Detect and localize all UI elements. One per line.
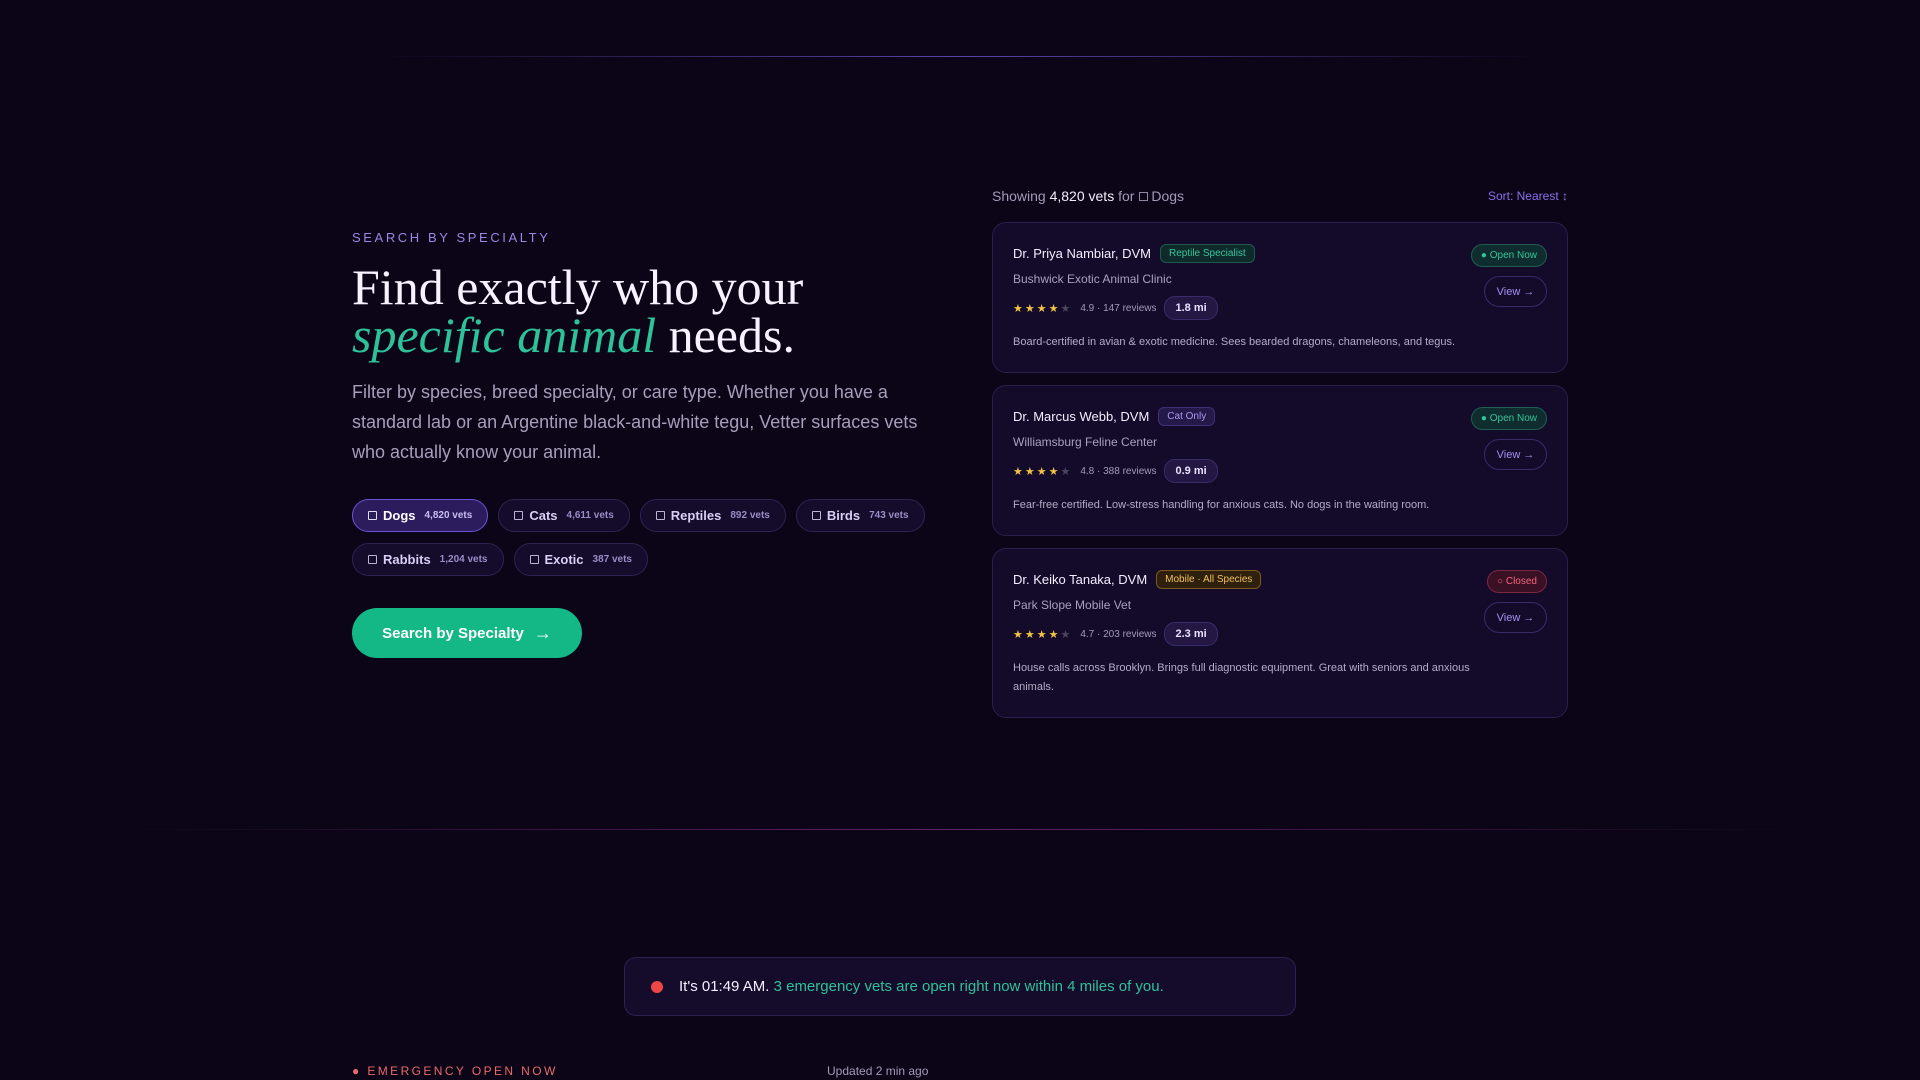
view-button[interactable]: View → bbox=[1484, 439, 1547, 470]
headline-end: needs. bbox=[656, 307, 795, 363]
showing-prefix: Showing bbox=[992, 188, 1046, 204]
chip-cats[interactable]: Cats 4,611 vets bbox=[498, 499, 630, 532]
chip-rabbits[interactable]: Rabbits 1,204 vets bbox=[352, 543, 504, 576]
specialty-badge: Cat Only bbox=[1158, 407, 1216, 426]
chip-label: Reptiles bbox=[670, 508, 722, 523]
checkbox-icon bbox=[514, 511, 524, 520]
vet-card-title: Dr. Marcus Webb, DVM Cat Only bbox=[1013, 407, 1547, 426]
chip-label: Cats bbox=[529, 508, 558, 523]
showing-count: 4,820 vets bbox=[1049, 188, 1115, 204]
checkbox-icon bbox=[811, 511, 821, 520]
chip-label: Exotic bbox=[544, 552, 584, 567]
results-panel: Showing 4,820 vets for Dogs Sort: Neares… bbox=[992, 186, 1568, 718]
chip-reptiles[interactable]: Reptiles 892 vets bbox=[639, 499, 786, 532]
top-divider bbox=[380, 56, 1540, 57]
checkbox-icon bbox=[368, 555, 377, 564]
sort-dropdown[interactable]: Sort: Nearest ↕ bbox=[1488, 189, 1568, 203]
updated-timestamp: Updated 2 min ago bbox=[827, 1064, 929, 1078]
checkbox-icon bbox=[368, 511, 377, 520]
hero-section: SEARCH BY SPECIALTY Find exactly who you… bbox=[352, 230, 932, 658]
chip-count: 4,611 vets bbox=[566, 510, 614, 521]
search-by-specialty-button[interactable]: Search by Specialty → bbox=[352, 608, 582, 658]
chip-exotic[interactable]: Exotic 387 vets bbox=[513, 543, 648, 576]
species-filter-chips: Dogs 4,820 vets Cats 4,611 vets Reptiles… bbox=[352, 499, 932, 576]
vet-card-title: Dr. Keiko Tanaka, DVM Mobile · All Speci… bbox=[1013, 570, 1547, 589]
status-badge: ● Open Now bbox=[1470, 407, 1547, 430]
status-badge: ● Open Now bbox=[1470, 244, 1547, 267]
arrow-right-icon: → bbox=[533, 622, 552, 643]
specialty-badge: Mobile · All Species bbox=[1156, 570, 1262, 589]
chip-count: 743 vets bbox=[869, 510, 909, 521]
alert-time: It's 01:49 AM. bbox=[679, 978, 770, 995]
chip-dogs[interactable]: Dogs 4,820 vets bbox=[352, 499, 489, 532]
rating-text: 4.8 · 388 reviews bbox=[1080, 465, 1157, 477]
emergency-label: ● EMERGENCY OPEN NOW bbox=[352, 1064, 558, 1078]
clinic-name: Williamsburg Feline Center bbox=[1013, 435, 1158, 449]
distance-badge: 0.9 mi bbox=[1164, 459, 1218, 483]
chip-birds[interactable]: Birds 743 vets bbox=[795, 499, 925, 532]
rating-row: ★★★★★ 4.7 · 203 reviews 2.3 mi bbox=[1013, 622, 1547, 646]
vet-description: House calls across Brooklyn. Brings full… bbox=[1013, 662, 1470, 693]
chip-count: 4,820 vets bbox=[424, 510, 473, 521]
chip-count: 1,204 vets bbox=[439, 554, 488, 565]
specialty-badge: Reptile Specialist bbox=[1159, 244, 1255, 263]
star-rating-icon: ★★★★★ bbox=[1013, 302, 1073, 315]
vet-card[interactable]: Dr. Keiko Tanaka, DVM Mobile · All Speci… bbox=[992, 548, 1568, 718]
showing-species: Dogs bbox=[1151, 188, 1185, 204]
distance-badge: 1.8 mi bbox=[1164, 296, 1218, 320]
rating-row: ★★★★★ 4.8 · 388 reviews 0.9 mi bbox=[1013, 459, 1547, 483]
rating-text: 4.7 · 203 reviews bbox=[1080, 628, 1157, 640]
headline-accent: specific animal bbox=[352, 307, 657, 363]
star-rating-icon: ★★★★★ bbox=[1013, 628, 1073, 641]
chip-label: Rabbits bbox=[383, 552, 431, 567]
vet-name: Dr. Marcus Webb, DVM bbox=[1013, 409, 1150, 424]
chip-label: Birds bbox=[826, 508, 861, 523]
chip-count: 387 vets bbox=[592, 554, 632, 565]
chip-count: 892 vets bbox=[730, 510, 770, 521]
results-count: Showing 4,820 vets for Dogs bbox=[992, 188, 1184, 204]
checkbox-icon bbox=[1139, 192, 1149, 201]
section-eyebrow: SEARCH BY SPECIALTY bbox=[352, 230, 551, 245]
clinic-name: Bushwick Exotic Animal Clinic bbox=[1013, 272, 1172, 286]
emergency-alert-banner: It's 01:49 AM. 3 emergency vets are open… bbox=[624, 957, 1296, 1016]
showing-for: for bbox=[1118, 188, 1135, 204]
vet-name: Dr. Keiko Tanaka, DVM bbox=[1013, 572, 1148, 587]
vet-description: Fear-free certified. Low-stress handling… bbox=[1013, 499, 1430, 511]
alert-highlight: 3 emergency vets are open right now with… bbox=[769, 978, 1164, 995]
view-button[interactable]: View → bbox=[1484, 276, 1547, 307]
live-dot-icon bbox=[651, 980, 663, 993]
vet-card[interactable]: Dr. Marcus Webb, DVM Cat Only Williamsbu… bbox=[992, 385, 1568, 536]
vet-card-title: Dr. Priya Nambiar, DVM Reptile Specialis… bbox=[1013, 244, 1547, 263]
vet-description: Board-certified in avian & exotic medici… bbox=[1013, 336, 1456, 348]
section-divider bbox=[130, 829, 1790, 830]
page-headline: Find exactly who your specific animal ne… bbox=[352, 262, 932, 360]
rating-text: 4.9 · 147 reviews bbox=[1080, 302, 1157, 314]
hero-subtext: Filter by species, breed specialty, or c… bbox=[352, 382, 918, 462]
chip-label: Dogs bbox=[383, 508, 416, 523]
vet-card[interactable]: Dr. Priya Nambiar, DVM Reptile Specialis… bbox=[992, 222, 1568, 373]
vet-name: Dr. Priya Nambiar, DVM bbox=[1013, 246, 1151, 261]
status-badge: ○ Closed bbox=[1487, 570, 1547, 593]
rating-row: ★★★★★ 4.9 · 147 reviews 1.8 mi bbox=[1013, 296, 1547, 320]
cta-label: Search by Specialty bbox=[382, 624, 524, 642]
checkbox-icon bbox=[529, 555, 539, 564]
distance-badge: 2.3 mi bbox=[1164, 622, 1218, 646]
results-header: Showing 4,820 vets for Dogs Sort: Neares… bbox=[992, 186, 1568, 206]
star-rating-icon: ★★★★★ bbox=[1013, 465, 1073, 478]
checkbox-icon bbox=[655, 511, 665, 520]
view-button[interactable]: View → bbox=[1484, 602, 1547, 633]
clinic-name: Park Slope Mobile Vet bbox=[1013, 598, 1132, 612]
alert-text: It's 01:49 AM. 3 emergency vets are open… bbox=[679, 978, 1164, 995]
